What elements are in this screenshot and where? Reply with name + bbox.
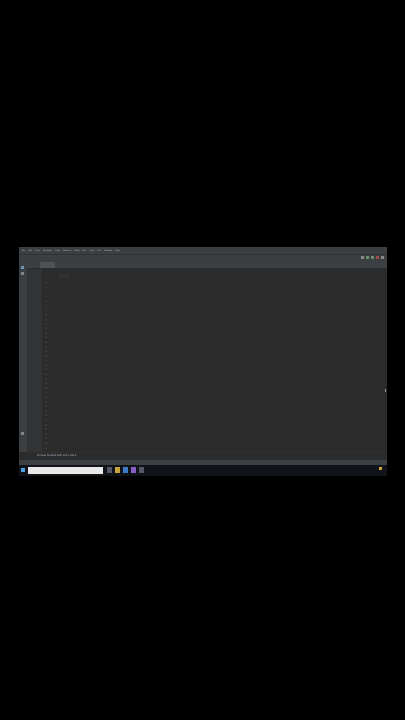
weather-icon[interactable]	[379, 467, 382, 470]
tab-main[interactable]	[40, 262, 55, 268]
editor-tab-bar	[27, 262, 387, 268]
run-controls	[361, 256, 384, 259]
line-number: 39	[44, 447, 47, 450]
menu-refactor[interactable]: Refactor	[63, 250, 71, 252]
config-select-icon[interactable]	[361, 256, 364, 259]
ide-icon[interactable]	[131, 467, 136, 473]
tool-window-strip	[19, 262, 28, 452]
console-output: Process finished with exit code 0	[37, 454, 77, 457]
caret-line-highlight	[59, 274, 69, 278]
menu-edit[interactable]: Edit	[28, 250, 32, 252]
app-icon[interactable]	[139, 467, 144, 473]
code-editor[interactable]	[47, 269, 387, 452]
system-tray	[379, 467, 384, 470]
structure-icon[interactable]	[21, 272, 24, 275]
favorites-icon[interactable]	[21, 432, 24, 435]
menu-view[interactable]: View	[35, 250, 40, 252]
line-numbers: 1234567891011121314151617181920212223242…	[39, 272, 47, 451]
taskbar	[19, 465, 387, 476]
menu-navigate[interactable]: Navigate	[43, 250, 52, 252]
menu-vcs[interactable]: VCS	[97, 250, 101, 252]
taskbar-search[interactable]	[28, 467, 103, 474]
menu-run[interactable]: Run	[83, 250, 87, 252]
file-explorer-icon[interactable]	[115, 467, 120, 473]
menu-help[interactable]: Help	[115, 250, 120, 252]
menu-file[interactable]: File	[22, 250, 25, 252]
toolbar	[19, 254, 387, 262]
debug-icon[interactable]	[371, 256, 374, 259]
windows-start-icon[interactable]	[21, 468, 25, 472]
menu-bar: File Edit View Navigate Code Refactor Bu…	[19, 247, 387, 254]
stop-icon[interactable]	[376, 256, 379, 259]
menu-build[interactable]: Build	[74, 250, 79, 252]
menu-window[interactable]: Window	[104, 250, 112, 252]
desktop-screen: File Edit View Navigate Code Refactor Bu…	[19, 247, 387, 476]
menu-tools[interactable]: Tools	[89, 250, 94, 252]
search-icon[interactable]	[381, 256, 384, 259]
project-icon[interactable]	[21, 266, 24, 269]
menu-code[interactable]: Code	[55, 250, 60, 252]
browser-icon[interactable]	[123, 467, 128, 473]
scrollbar-marker[interactable]	[385, 389, 386, 392]
taskbar-pinned	[107, 467, 144, 473]
run-icon[interactable]	[366, 256, 369, 259]
task-view-icon[interactable]	[107, 467, 112, 473]
